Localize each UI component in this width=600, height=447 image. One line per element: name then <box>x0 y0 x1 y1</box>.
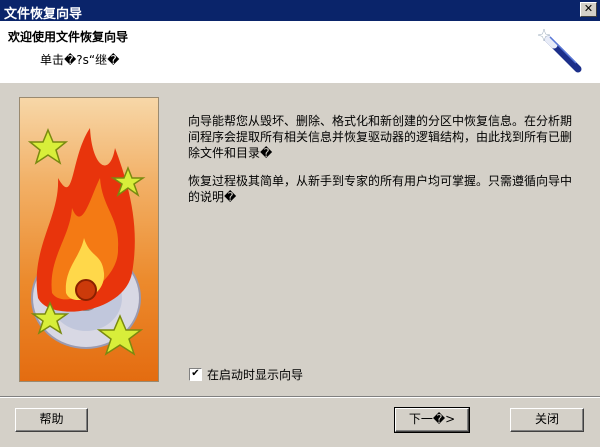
header-subtitle: 单击�?s“继� <box>40 53 120 67</box>
show-on-startup-checkbox[interactable]: ✔ <box>189 368 202 381</box>
wizard-window: 文件恢复向导 ✕ 欢迎使用文件恢复向导 单击�?s“继� 向导能帮您从毁坏、删除… <box>0 0 600 447</box>
checkmark-icon: ✔ <box>191 368 200 379</box>
next-button[interactable]: 下一�> <box>394 407 470 433</box>
show-wizard-on-startup[interactable]: ✔ 在启动时显示向导 <box>189 366 303 383</box>
magic-wand-icon <box>537 28 582 73</box>
close-icon: ✕ <box>583 2 594 15</box>
window-title: 文件恢复向导 <box>4 7 83 22</box>
close-button[interactable]: 关闭 <box>510 408 584 432</box>
help-button[interactable]: 帮助 <box>15 408 88 432</box>
flame-disc-stars-illustration <box>27 128 146 356</box>
header-divider <box>0 82 600 83</box>
description-paragraph-1: 向导能帮您从毁坏、删除、格式化和新创建的分区中恢复信息。在分析期间程序会提取所有… <box>188 114 573 160</box>
title-bar[interactable]: 文件恢复向导 ✕ <box>0 0 600 22</box>
description-paragraph-2: 恢复过程极其简单，从新手到专家的所有用户均可掌握。只需遵循向导中的说明� <box>188 174 573 204</box>
header-title: 欢迎使用文件恢复向导 <box>8 30 129 44</box>
wizard-description: 向导能帮您从毁坏、删除、格式化和新创建的分区中恢复信息。在分析期间程序会提取所有… <box>188 113 583 217</box>
footer-divider-highlight <box>0 397 600 398</box>
checkbox-label: 在启动时显示向导 <box>207 368 304 382</box>
close-window-button[interactable]: ✕ <box>580 2 597 17</box>
wizard-header: 欢迎使用文件恢复向导 单击�?s“继� <box>0 21 600 83</box>
wizard-side-image <box>19 97 159 382</box>
